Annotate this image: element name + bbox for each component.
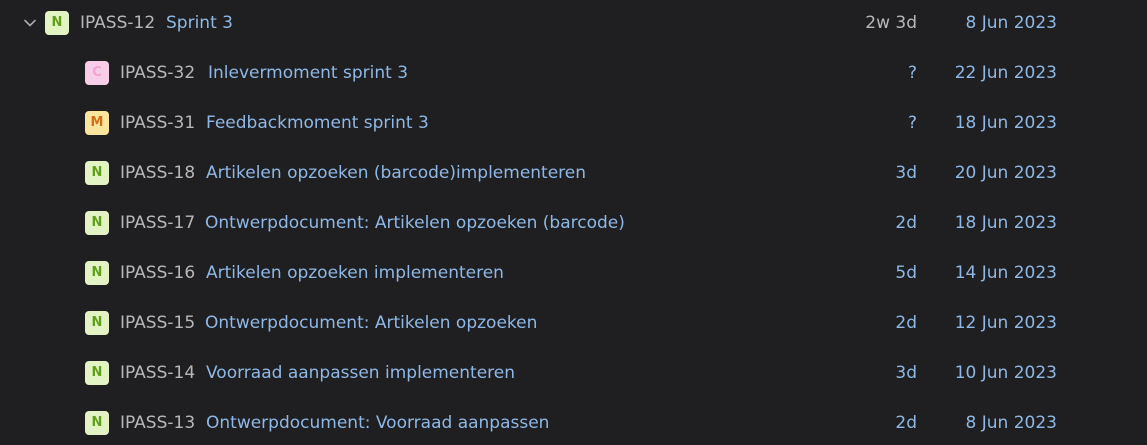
parent-issue-row[interactable]: N IPASS-12 Sprint 3 2w 3d 8 Jun 2023 bbox=[0, 0, 1147, 50]
child-issue-row[interactable]: N IPASS-15 Ontwerpdocument: Artikelen op… bbox=[0, 300, 1147, 350]
issue-due-date: 18 Jun 2023 bbox=[954, 213, 1057, 233]
issue-due-date: 8 Jun 2023 bbox=[965, 13, 1057, 33]
issue-key[interactable]: IPASS-31 bbox=[120, 113, 195, 133]
issue-estimate: 3d bbox=[895, 163, 917, 183]
issue-title[interactable]: Ontwerpdocument: Artikelen opzoeken bbox=[205, 313, 537, 333]
issue-type-badge: N bbox=[85, 161, 109, 185]
child-issue-row[interactable]: N IPASS-13 Ontwerpdocument: Voorraad aan… bbox=[0, 400, 1147, 445]
issue-estimate: 5d bbox=[895, 263, 917, 283]
child-issue-row[interactable]: N IPASS-16 Artikelen opzoeken implemente… bbox=[0, 250, 1147, 300]
issue-type-badge: N bbox=[45, 11, 69, 35]
issue-due-date: 22 Jun 2023 bbox=[954, 63, 1057, 83]
issue-key[interactable]: IPASS-12 bbox=[80, 13, 155, 33]
issue-due-date: 18 Jun 2023 bbox=[954, 113, 1057, 133]
issue-tree-list: N IPASS-12 Sprint 3 2w 3d 8 Jun 2023 C I… bbox=[0, 0, 1147, 445]
issue-key[interactable]: IPASS-15 bbox=[120, 313, 195, 333]
issue-estimate: ? bbox=[907, 113, 917, 133]
child-issue-row[interactable]: N IPASS-14 Voorraad aanpassen implemente… bbox=[0, 350, 1147, 400]
issue-estimate: ? bbox=[907, 63, 917, 83]
issue-estimate: 2d bbox=[895, 313, 917, 333]
issue-title[interactable]: Ontwerpdocument: Voorraad aanpassen bbox=[206, 413, 549, 433]
issue-due-date: 8 Jun 2023 bbox=[965, 413, 1057, 433]
issue-key[interactable]: IPASS-17 bbox=[120, 213, 195, 233]
issue-key[interactable]: IPASS-13 bbox=[120, 413, 195, 433]
issue-due-date: 14 Jun 2023 bbox=[954, 263, 1057, 283]
issue-due-date: 10 Jun 2023 bbox=[954, 363, 1057, 383]
issue-type-badge: N bbox=[85, 361, 109, 385]
issue-key[interactable]: IPASS-16 bbox=[120, 263, 195, 283]
issue-estimate: 2d bbox=[895, 413, 917, 433]
issue-key[interactable]: IPASS-18 bbox=[120, 163, 195, 183]
chevron-down-icon[interactable] bbox=[22, 15, 38, 31]
child-issue-row[interactable]: M IPASS-31 Feedbackmoment sprint 3 ? 18 … bbox=[0, 100, 1147, 150]
issue-title[interactable]: Ontwerpdocument: Artikelen opzoeken (bar… bbox=[205, 213, 625, 233]
issue-due-date: 20 Jun 2023 bbox=[954, 163, 1057, 183]
issue-type-badge: N bbox=[85, 411, 109, 435]
issue-estimate: 2d bbox=[895, 213, 917, 233]
issue-type-badge: N bbox=[85, 261, 109, 285]
issue-type-badge: N bbox=[85, 311, 109, 335]
issue-type-badge: C bbox=[85, 61, 109, 85]
issue-title[interactable]: Inlevermoment sprint 3 bbox=[208, 63, 408, 83]
issue-type-badge: M bbox=[85, 111, 109, 135]
issue-key[interactable]: IPASS-32 bbox=[120, 63, 195, 83]
issue-estimate: 2w 3d bbox=[865, 13, 917, 33]
issue-title[interactable]: Voorraad aanpassen implementeren bbox=[206, 363, 515, 383]
issue-due-date: 12 Jun 2023 bbox=[954, 313, 1057, 333]
issue-title[interactable]: Artikelen opzoeken (barcode)implementere… bbox=[206, 163, 586, 183]
child-issue-row[interactable]: N IPASS-17 Ontwerpdocument: Artikelen op… bbox=[0, 200, 1147, 250]
issue-type-badge: N bbox=[85, 211, 109, 235]
issue-title[interactable]: Sprint 3 bbox=[166, 13, 233, 33]
issue-estimate: 3d bbox=[895, 363, 917, 383]
child-issue-row[interactable]: C IPASS-32 Inlevermoment sprint 3 ? 22 J… bbox=[0, 50, 1147, 100]
issue-title[interactable]: Artikelen opzoeken implementeren bbox=[206, 263, 504, 283]
child-issue-row[interactable]: N IPASS-18 Artikelen opzoeken (barcode)i… bbox=[0, 150, 1147, 200]
issue-key[interactable]: IPASS-14 bbox=[120, 363, 195, 383]
issue-title[interactable]: Feedbackmoment sprint 3 bbox=[206, 113, 429, 133]
